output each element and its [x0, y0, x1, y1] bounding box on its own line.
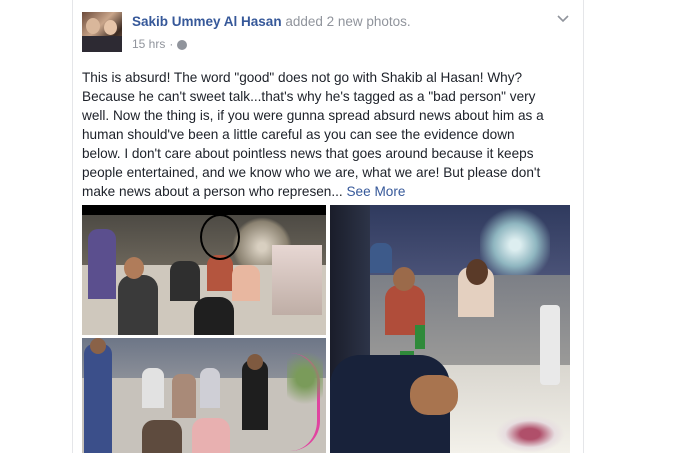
post-body: This is absurd! The word "good" does not… — [82, 68, 552, 201]
globe-icon[interactable] — [177, 40, 188, 50]
post-header: Sakib Ummey Al Hasan added 2 new photos. — [132, 14, 411, 29]
post-action-text: added 2 new photos. — [281, 14, 411, 29]
photo-1[interactable] — [82, 205, 326, 335]
post-meta: 15 hrs · — [132, 37, 188, 51]
photo-3[interactable] — [330, 205, 570, 453]
post-body-text: This is absurd! The word "good" does not… — [82, 70, 544, 199]
meta-separator: · — [169, 37, 174, 51]
photo-2[interactable] — [82, 338, 326, 453]
see-more-link[interactable]: See More — [343, 184, 405, 199]
feed-post: Sakib Ummey Al Hasan added 2 new photos.… — [72, 0, 584, 453]
chevron-down-icon[interactable] — [557, 14, 569, 24]
author-name-link[interactable]: Sakib Ummey Al Hasan — [132, 14, 282, 29]
post-timestamp[interactable]: 15 hrs — [132, 37, 165, 51]
avatar[interactable] — [82, 12, 122, 52]
photo-grid — [82, 205, 570, 453]
